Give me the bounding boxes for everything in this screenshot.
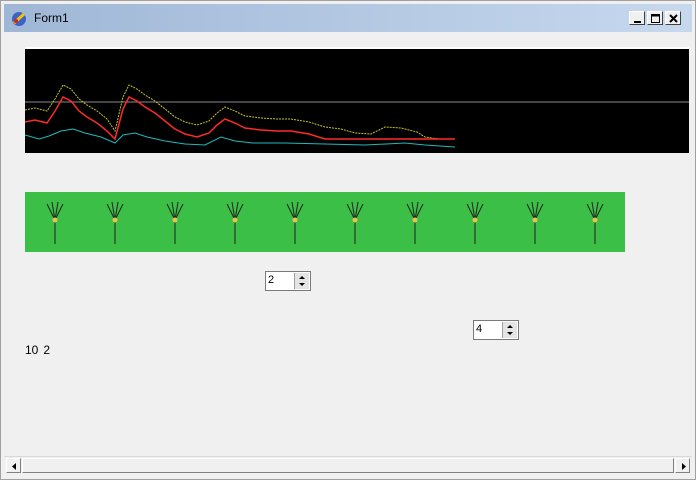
tree-icon [526, 201, 544, 244]
spin-up-icon[interactable] [299, 276, 305, 279]
scroll-right-button[interactable] [675, 458, 690, 473]
horizontal-scrollbar[interactable] [4, 456, 692, 474]
tree-icon [466, 201, 484, 244]
tree-icon [286, 201, 304, 244]
spin-down-icon[interactable] [507, 332, 513, 335]
app-window: Form1 2 4 10 2 [0, 0, 696, 480]
spin-box-1-value[interactable]: 2 [268, 274, 274, 286]
app-icon[interactable] [10, 10, 28, 28]
tree-icon [46, 201, 64, 244]
close-icon [669, 14, 678, 23]
form-client-area: 2 4 10 2 [4, 32, 692, 456]
scroll-left-button[interactable] [6, 458, 21, 473]
tree-icon [406, 201, 424, 244]
tree-icon [166, 201, 184, 244]
status-value-a: 10 [25, 343, 39, 357]
tree-canvas [46, 201, 604, 244]
window-title: Form1 [34, 11, 69, 25]
spin-down-icon[interactable] [299, 283, 305, 286]
tree-icon [586, 201, 604, 244]
scroll-thumb[interactable] [22, 458, 674, 473]
arrow-left-icon [12, 463, 16, 470]
plot-canvas [25, 84, 689, 148]
spin-box-2[interactable]: 4 [473, 320, 519, 340]
status-label: 10 2 [25, 343, 55, 357]
spin-up-icon[interactable] [507, 325, 513, 328]
status-value-b: 2 [43, 343, 51, 357]
tree-panel[interactable] [25, 192, 625, 252]
tree-icon [346, 201, 364, 244]
tree-icon [226, 201, 244, 244]
spin-box-2-buttons[interactable] [502, 322, 517, 338]
spin-box-2-value[interactable]: 4 [476, 323, 482, 335]
minimize-icon [634, 21, 641, 23]
close-button[interactable] [665, 11, 681, 25]
spin-box-1-buttons[interactable] [294, 273, 309, 289]
maximize-button[interactable] [647, 11, 663, 25]
minimize-button[interactable] [629, 11, 645, 25]
series-cyan [25, 128, 456, 148]
maximize-icon [651, 14, 660, 23]
title-bar[interactable]: Form1 [4, 4, 692, 32]
tree-icon [106, 201, 124, 244]
arrow-right-icon [682, 463, 686, 470]
series-yellow [25, 84, 455, 140]
spin-box-1[interactable]: 2 [265, 271, 311, 291]
signal-plot [25, 47, 689, 153]
series-red [25, 95, 455, 141]
